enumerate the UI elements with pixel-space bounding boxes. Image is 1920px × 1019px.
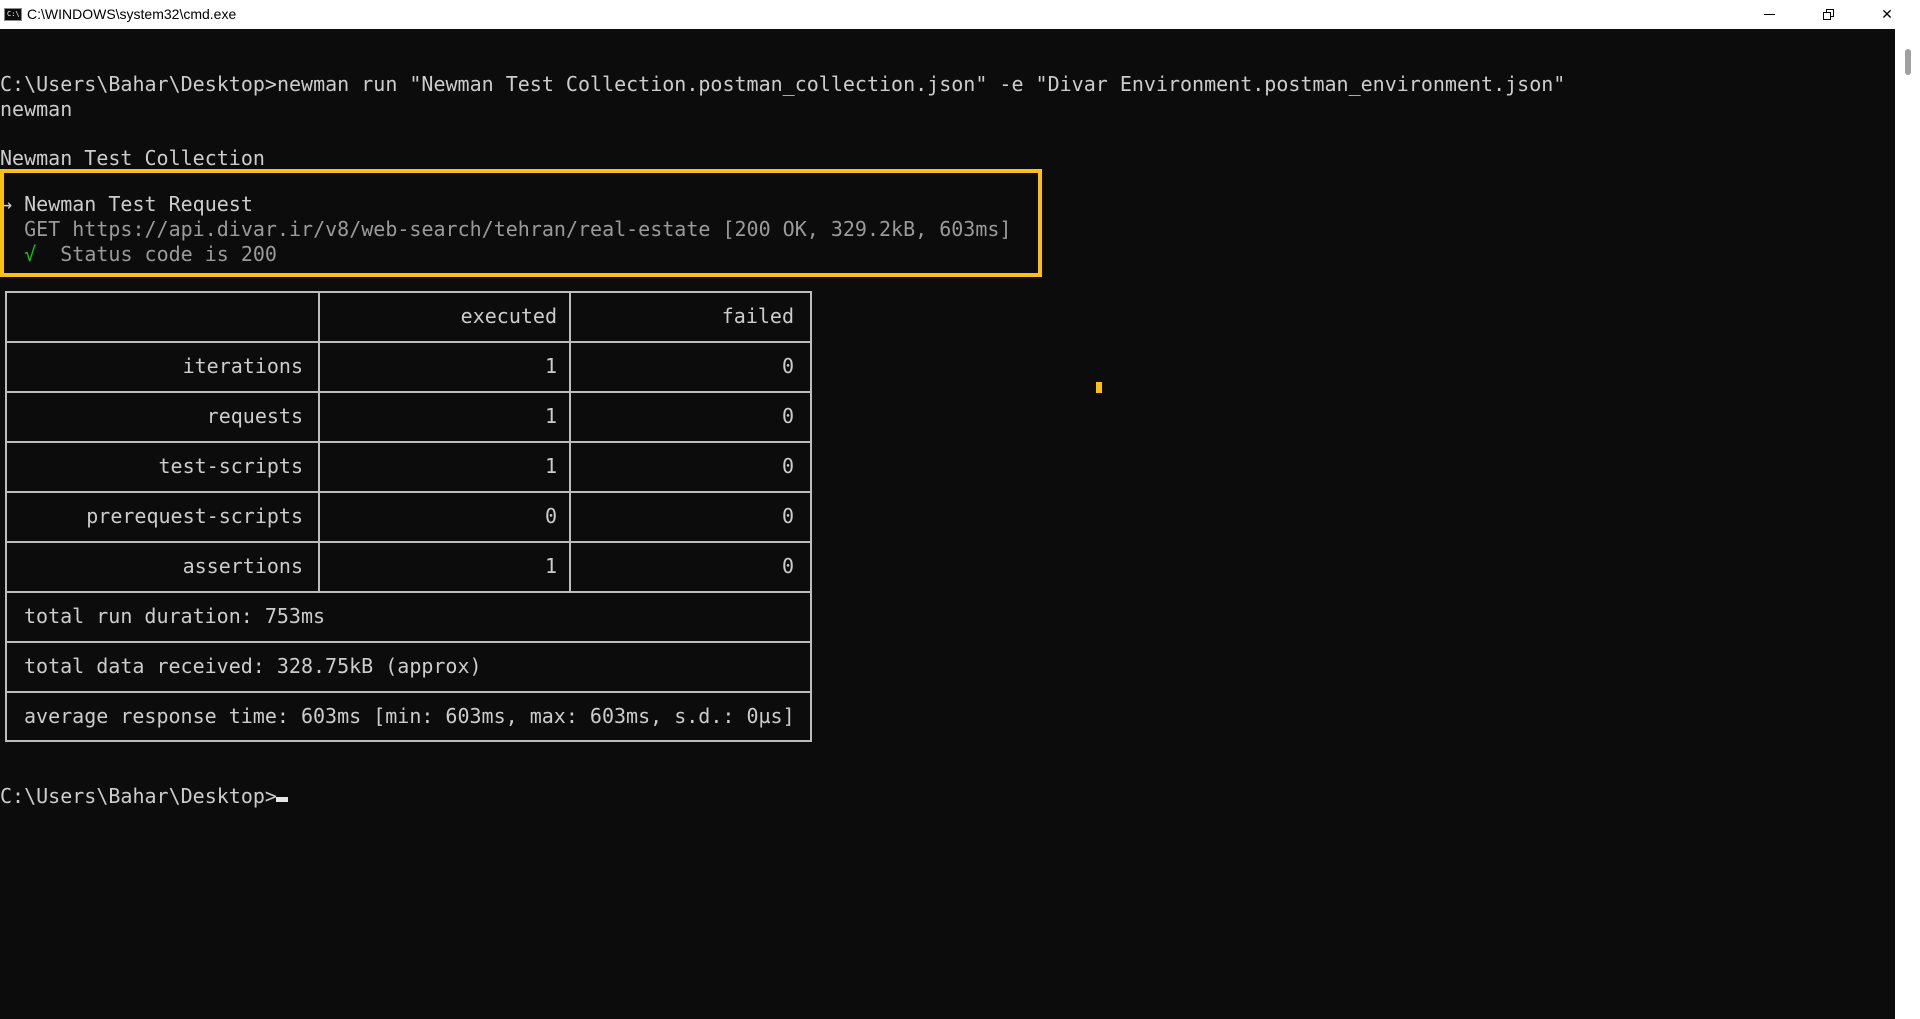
row-executed: 1 bbox=[544, 404, 557, 428]
row-label: prerequest-scripts bbox=[86, 504, 303, 528]
row-label: iterations bbox=[182, 354, 303, 378]
title-bar[interactable]: C:\ C:\WINDOWS\system32\cmd.exe ✕ bbox=[0, 0, 1920, 29]
vertical-scrollbar[interactable] bbox=[1895, 29, 1920, 1019]
highlight-box bbox=[0, 169, 1042, 277]
window-title: C:\WINDOWS\system32\cmd.exe bbox=[27, 6, 237, 22]
row-failed: 0 bbox=[781, 354, 794, 378]
row-executed: 0 bbox=[544, 504, 557, 528]
close-button[interactable]: ✕ bbox=[1858, 0, 1916, 29]
minimize-button[interactable] bbox=[1740, 0, 1798, 29]
tool-name: newman bbox=[0, 97, 73, 121]
header-failed: failed bbox=[721, 304, 794, 328]
console-output[interactable]: C:\Users\Bahar\Desktop>newman run "Newma… bbox=[0, 29, 1895, 1019]
command-line: C:\Users\Bahar\Desktop>newman run "Newma… bbox=[0, 72, 1566, 96]
row-label: assertions bbox=[182, 554, 303, 578]
row-failed: 0 bbox=[781, 504, 794, 528]
header-executed: executed bbox=[460, 304, 557, 328]
total-run-duration: total run duration: 753ms bbox=[24, 604, 326, 628]
scrollbar-thumb[interactable] bbox=[1905, 49, 1911, 75]
row-failed: 0 bbox=[781, 554, 794, 578]
average-response-time: average response time: 603ms [min: 603ms… bbox=[24, 704, 795, 728]
row-label: test-scripts bbox=[158, 454, 304, 478]
total-data-received: total data received: 328.75kB (approx) bbox=[24, 654, 482, 678]
cmd-app-icon: C:\ bbox=[4, 8, 22, 21]
restore-button[interactable] bbox=[1799, 0, 1857, 29]
close-icon: ✕ bbox=[1881, 6, 1893, 23]
mouse-cursor-marker bbox=[1096, 382, 1102, 393]
row-label: requests bbox=[206, 404, 303, 428]
row-failed: 0 bbox=[781, 454, 794, 478]
summary-table: executed failed iterations 1 0 requests … bbox=[5, 291, 812, 742]
restore-icon bbox=[1822, 9, 1834, 20]
collection-name: Newman Test Collection bbox=[0, 146, 265, 170]
prompt-line: C:\Users\Bahar\Desktop> bbox=[0, 784, 277, 808]
row-executed: 1 bbox=[544, 454, 557, 478]
row-executed: 1 bbox=[544, 354, 557, 378]
text-cursor bbox=[276, 797, 288, 802]
row-failed: 0 bbox=[781, 404, 794, 428]
row-executed: 1 bbox=[544, 554, 557, 578]
minimize-icon bbox=[1763, 14, 1775, 15]
